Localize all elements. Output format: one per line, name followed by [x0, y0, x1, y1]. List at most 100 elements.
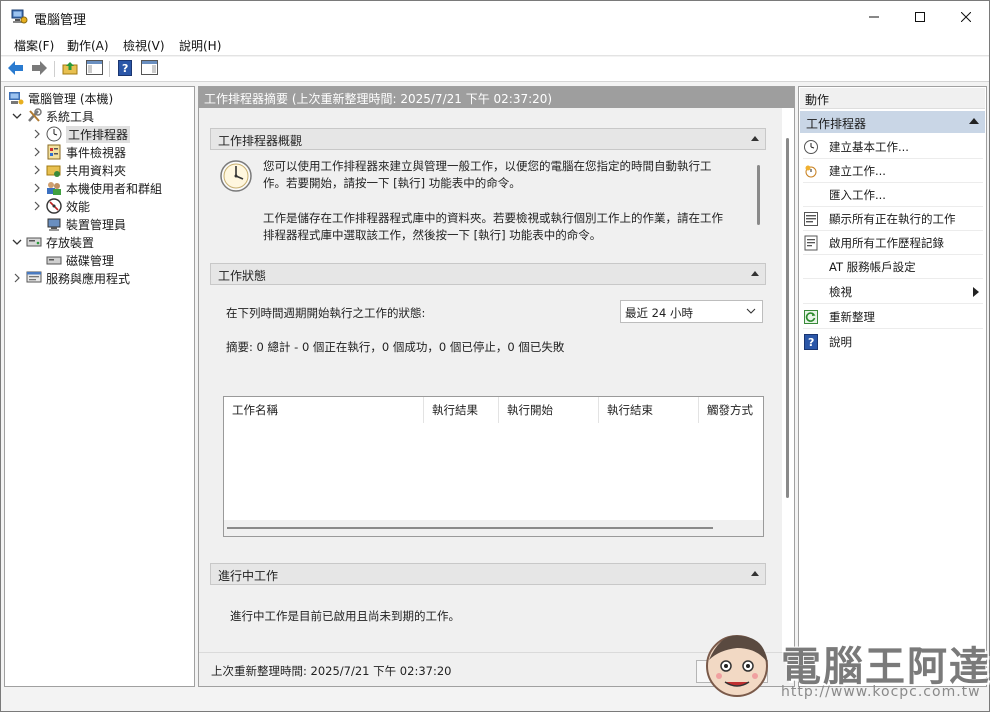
- clock-icon: [219, 159, 253, 193]
- tree-label: 服務與應用程式: [46, 271, 131, 286]
- menu-view[interactable]: 檢視(V): [123, 37, 165, 54]
- last-refresh-text: 上次重新整理時間: 2025/7/21 下午 02:37:20: [211, 664, 452, 678]
- chevron-right-icon[interactable]: [11, 272, 23, 284]
- watermark: 電腦王阿達 http://www.kocpc.com.tw: [701, 626, 989, 706]
- action-pane-button[interactable]: [140, 60, 158, 78]
- overview-paragraph-1: 您可以使用工作排程器來建立與管理一般工作，以便您的電腦在您指定的時間自動執行工作…: [263, 159, 712, 190]
- chevron-down-icon[interactable]: [11, 110, 23, 122]
- column-header-triggered-by[interactable]: 觸發方式: [699, 397, 763, 423]
- period-dropdown[interactable]: 最近 24 小時: [620, 300, 763, 323]
- tree-item-disk-management[interactable]: 磁碟管理: [46, 251, 114, 269]
- menu-action[interactable]: 動作(A): [67, 37, 109, 54]
- menu-file[interactable]: 檔案(F): [14, 37, 54, 54]
- status-section-header[interactable]: 工作狀態: [210, 263, 766, 285]
- back-button[interactable]: [7, 60, 25, 78]
- console-tree-button[interactable]: [85, 60, 103, 78]
- column-header-run-result[interactable]: 執行結果: [424, 397, 499, 423]
- toolbar-separator: [109, 61, 110, 77]
- computer-management-window: 電腦管理 檔案(F) 動作(A) 檢視(V) 說明(H) ? 電腦管理 (本機)…: [0, 0, 990, 712]
- chevron-down-icon[interactable]: [11, 236, 23, 248]
- up-folder-icon: [62, 61, 78, 78]
- tree-label: 系統工具: [46, 109, 95, 124]
- collapse-icon[interactable]: [751, 271, 759, 276]
- tree-item-system-tools[interactable]: 系統工具: [11, 107, 94, 125]
- action-refresh[interactable]: 重新整理: [803, 305, 983, 329]
- tree-item-computer-management[interactable]: 電腦管理 (本機): [8, 89, 113, 107]
- console-tree: 電腦管理 (本機) 系統工具 工作排程器 事件檢視器 共用資料夾 本機使用者和群…: [4, 86, 195, 687]
- action-at-service-account[interactable]: AT 服務帳戶設定: [803, 255, 983, 279]
- scrollbar-thumb[interactable]: [227, 527, 713, 529]
- period-label: 在下列時間週期開始執行之工作的狀態:: [226, 306, 426, 320]
- chevron-right-icon[interactable]: [31, 146, 43, 158]
- running-tasks-icon: [803, 211, 819, 227]
- action-enable-task-history[interactable]: 啟用所有工作歷程記錄: [803, 231, 983, 255]
- up-folder-button[interactable]: [61, 60, 79, 78]
- action-label: 顯示所有正在執行的工作: [829, 211, 956, 226]
- action-label: 建立工作...: [829, 163, 886, 178]
- chevron-right-icon[interactable]: [31, 128, 43, 140]
- forward-button[interactable]: [30, 60, 48, 78]
- overview-scrollbar[interactable]: [757, 165, 760, 225]
- tree-item-performance[interactable]: 效能: [31, 197, 90, 215]
- column-header-task-name[interactable]: 工作名稱: [224, 397, 424, 423]
- maximize-button[interactable]: [897, 1, 943, 34]
- menu-bar: 檔案(F) 動作(A) 檢視(V) 說明(H): [1, 34, 989, 56]
- running-section-header[interactable]: 進行中工作: [210, 563, 766, 585]
- refresh-icon: [803, 309, 819, 325]
- mascot-icon: [701, 626, 775, 702]
- actions-group-task-scheduler[interactable]: 工作排程器: [800, 111, 985, 133]
- minimize-button[interactable]: [851, 1, 897, 34]
- close-button[interactable]: [943, 1, 989, 34]
- minimize-icon: [869, 11, 879, 25]
- collapse-icon[interactable]: [751, 571, 759, 576]
- action-create-basic-task[interactable]: 建立基本工作...: [803, 135, 983, 159]
- show-hide-action-pane-icon: [140, 60, 158, 78]
- action-help[interactable]: ? 說明: [803, 330, 983, 354]
- period-value: 最近 24 小時: [625, 306, 693, 320]
- tree-label: 本機使用者和群組: [66, 181, 163, 196]
- action-label: 檢視: [829, 284, 852, 299]
- help-icon: ?: [118, 59, 132, 79]
- help-button[interactable]: ?: [116, 59, 134, 79]
- tree-item-services-apps[interactable]: 服務與應用程式: [11, 269, 130, 287]
- column-header-run-start[interactable]: 執行開始: [499, 397, 599, 423]
- action-label: 啟用所有工作歷程記錄: [829, 235, 944, 250]
- tree-item-device-manager[interactable]: 裝置管理員: [46, 215, 126, 233]
- collapse-icon[interactable]: [751, 136, 759, 141]
- submenu-arrow-icon: [973, 287, 979, 297]
- summary-vertical-scrollbar[interactable]: [782, 108, 794, 652]
- tree-label: 裝置管理員: [66, 217, 127, 232]
- chevron-right-icon[interactable]: [31, 200, 43, 212]
- chevron-right-icon[interactable]: [31, 182, 43, 194]
- tree-item-task-scheduler[interactable]: 工作排程器: [31, 125, 131, 143]
- tree-label: 共用資料夾: [66, 163, 127, 178]
- tree-item-event-viewer[interactable]: 事件檢視器: [31, 143, 126, 161]
- toolbar: ?: [1, 57, 989, 82]
- history-log-icon: [803, 235, 819, 251]
- column-header-run-end[interactable]: 執行結束: [599, 397, 699, 423]
- storage-icon: [26, 234, 42, 250]
- action-import-task[interactable]: 匯入工作...: [803, 183, 983, 207]
- action-create-task[interactable]: 建立工作...: [803, 159, 983, 183]
- scrollbar-thumb[interactable]: [786, 138, 789, 498]
- menu-help[interactable]: 說明(H): [179, 37, 221, 54]
- chevron-right-icon[interactable]: [31, 164, 43, 176]
- tree-item-storage[interactable]: 存放裝置: [11, 233, 94, 251]
- tree-item-shared-folders[interactable]: 共用資料夾: [31, 161, 126, 179]
- status-section: 在下列時間週期開始執行之工作的狀態: 最近 24 小時 摘要: 0 總計 - 0…: [210, 286, 766, 552]
- summary-header: 工作排程器摘要 (上次重新整理時間: 2025/7/21 下午 02:37:20…: [199, 87, 794, 108]
- table-horizontal-scrollbar[interactable]: [224, 520, 763, 536]
- overview-section-header[interactable]: 工作排程器概觀: [210, 128, 766, 150]
- action-show-running-tasks[interactable]: 顯示所有正在執行的工作: [803, 207, 983, 231]
- task-status-table: 工作名稱 執行結果 執行開始 執行結束 觸發方式: [223, 396, 764, 537]
- tree-label: 存放裝置: [46, 235, 95, 250]
- overview-paragraph-2: 工作是儲存在工作排程器程式庫中的資料夾。若要檢視或執行個別工作上的作業，請在工作…: [263, 211, 723, 242]
- tree-label: 電腦管理 (本機): [28, 91, 114, 106]
- action-label: 建立基本工作...: [829, 139, 909, 154]
- section-title: 工作狀態: [218, 269, 267, 283]
- running-section: 進行中工作是目前已啟用且尚未到期的工作。: [210, 586, 766, 652]
- clock-icon: [46, 126, 62, 142]
- collapse-icon[interactable]: [969, 118, 979, 124]
- tree-item-local-users[interactable]: 本機使用者和群組: [31, 179, 162, 197]
- action-view[interactable]: 檢視: [803, 280, 983, 304]
